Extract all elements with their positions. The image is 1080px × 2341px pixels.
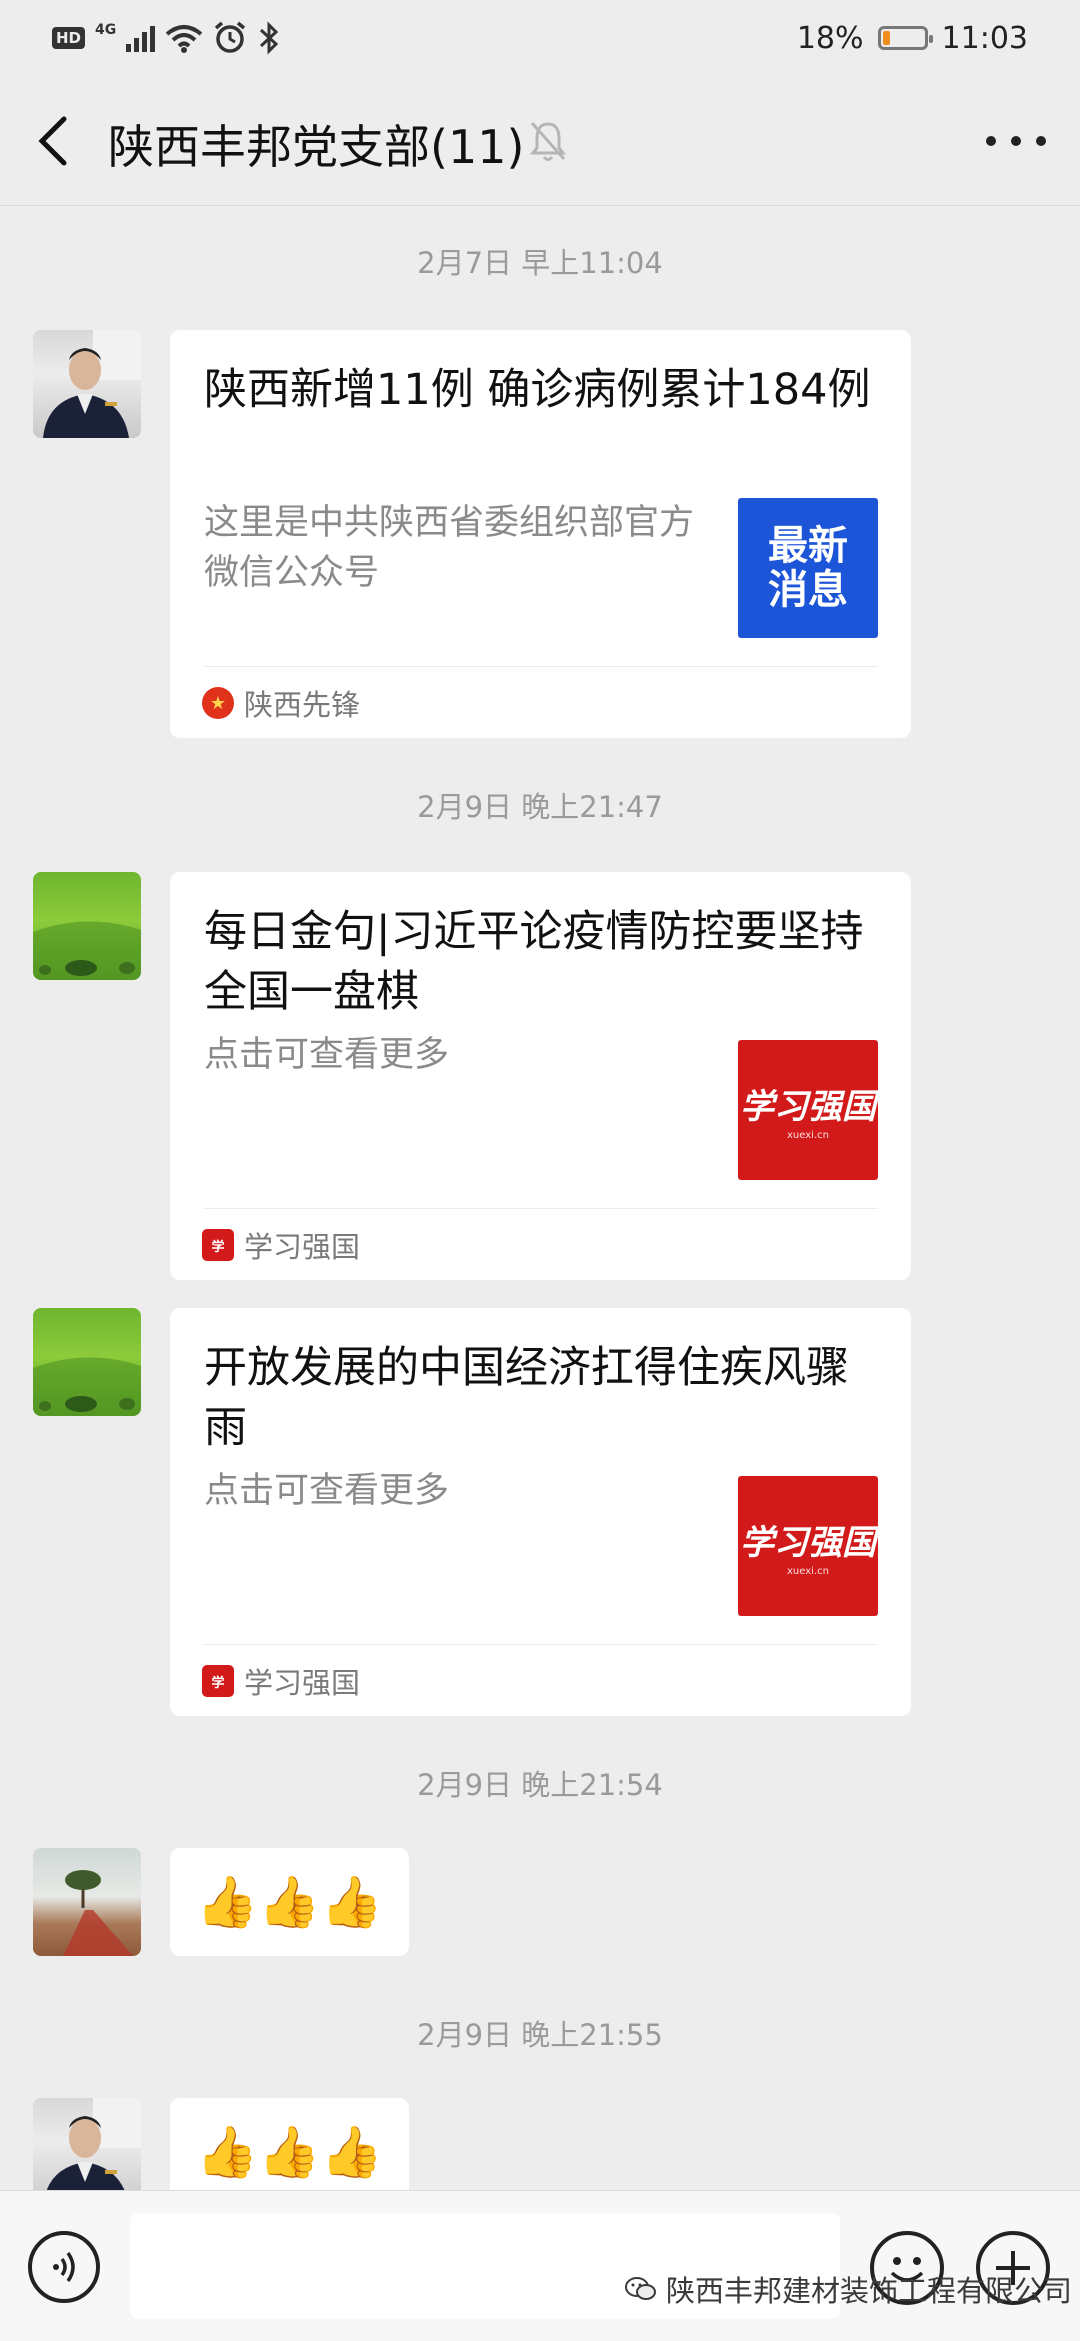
article-card[interactable]: 陕西新增11例 确诊病例累计184例 这里是中共陕西省委组织部官方微信公众号 最… [170, 330, 911, 738]
source-name: 学习强国 [244, 1230, 361, 1264]
watermark: 陕西丰邦建材装饰工程有限公司 [624, 2268, 1072, 2310]
thumbnail-text: 最新消息 [768, 523, 848, 613]
article-source: ★ 陕西先锋 [202, 682, 360, 724]
battery-percent: 18% [796, 20, 864, 56]
xuexi-qiangguo-icon: 学 [202, 1665, 234, 1697]
card-divider [204, 1644, 878, 1645]
article-description: 点击可查看更多 [204, 1035, 450, 1075]
avatar[interactable] [33, 872, 141, 980]
avatar[interactable] [33, 2098, 141, 2190]
article-thumbnail: 学习强国 xuexi.cn [738, 1040, 878, 1180]
card-divider [204, 666, 878, 667]
hd-icon: HD [52, 27, 86, 49]
green-field-avatar-image [33, 1357, 141, 1416]
bluetooth-icon [260, 21, 279, 55]
article-title: 每日金句|习近平论疫情防控要坚持全国一盘棋 [204, 907, 864, 1017]
signal-icon [126, 24, 156, 52]
article-source: 学 学习强国 [202, 1224, 360, 1266]
avatar[interactable] [33, 1308, 141, 1416]
wechat-icon [624, 2277, 656, 2300]
mute-bell-icon [529, 122, 567, 161]
source-name: 陕西先锋 [244, 688, 361, 722]
article-description: 这里是中共陕西省委组织部官方微信公众号 [204, 503, 695, 593]
article-title: 开放发展的中国经济扛得住疾风骤雨 [204, 1343, 849, 1453]
message-timestamp: 2月7日 早上11:04 [417, 246, 663, 280]
message-timestamp: 2月9日 晚上21:55 [417, 2018, 663, 2052]
wifi-icon [165, 25, 203, 53]
person-avatar-image [46, 2098, 141, 2190]
source-name: 学习强国 [244, 1666, 361, 1700]
article-description: 点击可查看更多 [204, 1471, 450, 1511]
more-dots-icon[interactable] [986, 115, 1046, 167]
back-arrow-icon[interactable] [30, 113, 78, 169]
road-tree-avatar-image [63, 1870, 133, 1956]
xuexi-qiangguo-icon: 学 [202, 1229, 234, 1261]
person-avatar-image [43, 330, 141, 438]
input-bar [0, 2190, 1080, 2341]
article-thumbnail: 最新消息 [738, 498, 878, 638]
green-field-avatar-image [33, 921, 141, 980]
network-type: 4G [95, 22, 117, 38]
watermark-text: 陕西丰邦建材装饰工程有限公司 [665, 2274, 1072, 2308]
avatar[interactable] [33, 330, 141, 438]
alarm-icon [215, 21, 246, 53]
shaanxi-pioneer-icon: ★ [202, 687, 234, 719]
thumbnail-subtext: xuexi.cn [787, 1566, 829, 1577]
card-divider [204, 1208, 878, 1209]
avatar[interactable] [33, 1848, 141, 1956]
thumbnail-text: 学习强国 [740, 1523, 876, 1563]
article-thumbnail: 学习强国 xuexi.cn [738, 1476, 878, 1616]
status-right: 18% 11:03 [797, 18, 1028, 58]
chat-area[interactable]: 2月7日 早上11:04 陕西新增11例 确诊病例累计184例 这里是中共陕西省… [0, 206, 1080, 2190]
thumbnail-subtext: xuexi.cn [787, 1130, 829, 1141]
voice-icon[interactable] [28, 2231, 100, 2303]
emoji-message[interactable]: 👍👍👍 [170, 1848, 409, 1956]
status-bar: HD 4G 18% 11:03 [0, 0, 1080, 75]
clock: 11:03 [941, 20, 1028, 56]
message-timestamp: 2月9日 晚上21:47 [417, 790, 663, 824]
article-card[interactable]: 每日金句|习近平论疫情防控要坚持全国一盘棋 点击可查看更多 学习强国 xuexi… [170, 872, 911, 1280]
article-title: 陕西新增11例 确诊病例累计184例 [204, 365, 871, 415]
chat-title: 陕西丰邦党支部(11) [108, 120, 525, 174]
thumbnail-text: 学习强国 [740, 1087, 876, 1127]
battery-fill [882, 31, 890, 45]
emoji-message[interactable]: 👍👍👍 [170, 2098, 409, 2190]
battery-icon [877, 26, 933, 50]
article-card[interactable]: 开放发展的中国经济扛得住疾风骤雨 点击可查看更多 学习强国 xuexi.cn 学… [170, 1308, 911, 1716]
message-timestamp: 2月9日 晚上21:54 [417, 1768, 663, 1802]
chat-header: 陕西丰邦党支部(11) [0, 75, 1080, 206]
status-left: HD 4G [52, 18, 281, 58]
article-source: 学 学习强国 [202, 1660, 360, 1702]
